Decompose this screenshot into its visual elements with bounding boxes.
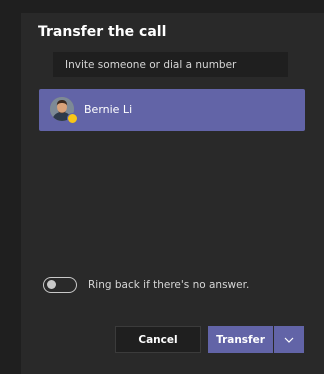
transfer-call-dialog: Transfer the call Bernie Li Ring back if… [21, 13, 324, 374]
search-input[interactable] [53, 52, 288, 77]
transfer-options-button[interactable] [274, 326, 304, 353]
person-item-selected[interactable]: Bernie Li [39, 89, 305, 131]
transfer-button[interactable]: Transfer [208, 326, 273, 353]
ring-back-label: Ring back if there's no answer. [88, 279, 250, 291]
dialog-title: Transfer the call [38, 24, 167, 40]
person-name: Bernie Li [84, 103, 133, 116]
ring-back-option[interactable]: Ring back if there's no answer. [43, 275, 249, 295]
cancel-button[interactable]: Cancel [115, 326, 201, 353]
presence-away-icon [67, 113, 78, 124]
chevron-down-icon [284, 337, 294, 343]
ring-back-toggle[interactable] [43, 277, 77, 293]
toggle-knob [47, 280, 56, 289]
